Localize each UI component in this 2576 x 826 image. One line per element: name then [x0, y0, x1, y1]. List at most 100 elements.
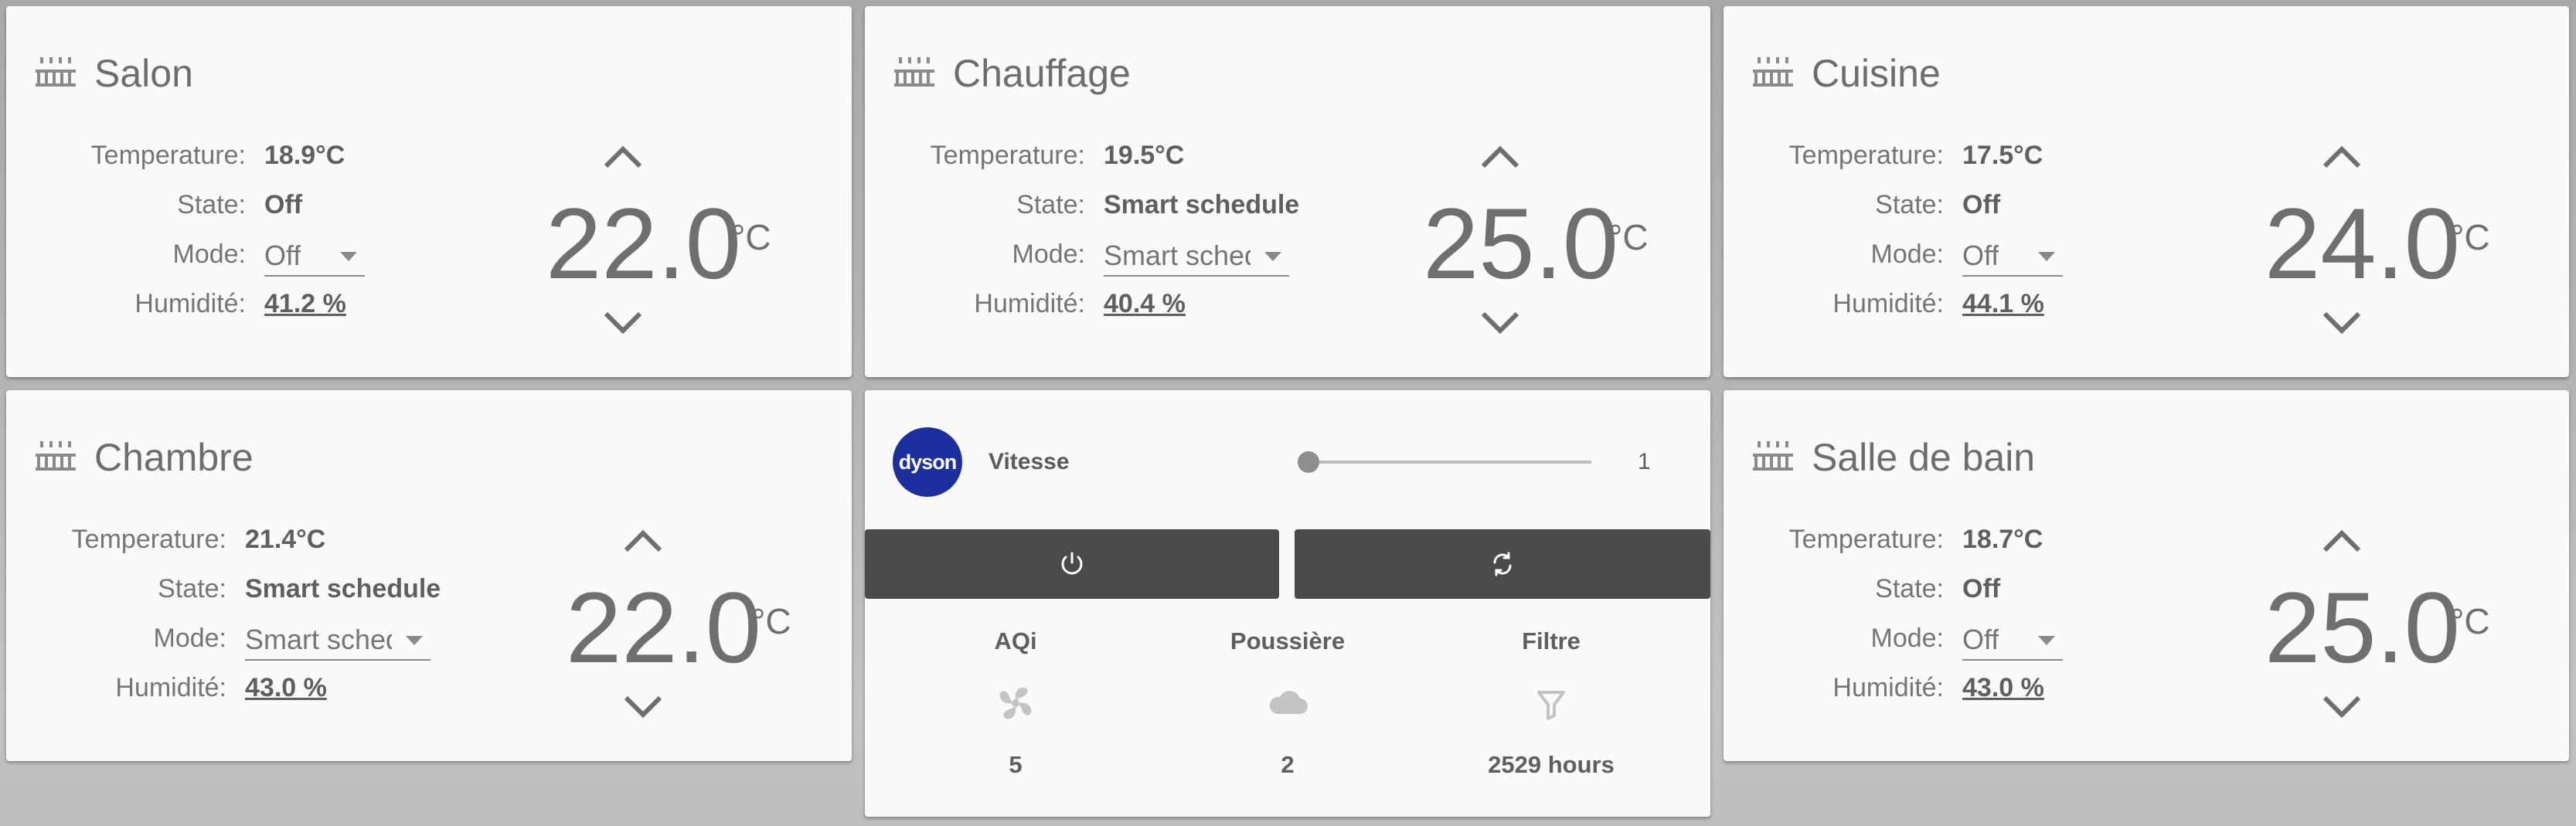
state-value: Off	[1962, 574, 2001, 603]
dyson-logo-text: dyson	[898, 450, 958, 474]
speed-value: 1	[1638, 449, 1651, 474]
state-value: Smart schedule	[245, 574, 441, 603]
info-block: Temperature: 19.5°C State: Smart schedule …	[865, 130, 1300, 328]
setpoint-value: 25.0	[1423, 187, 1619, 300]
increase-setpoint-button[interactable]	[1477, 141, 1523, 172]
power-button[interactable]	[865, 529, 1279, 599]
setpoint-control: 25.0 °C	[1423, 130, 1678, 362]
power-icon	[1061, 552, 1083, 575]
temperature-label: Temperature:	[930, 141, 1085, 170]
cloud-icon	[1269, 691, 1308, 714]
chevron-up-icon	[604, 145, 642, 168]
thermostat-card-salon: Salon Temperature: 18.9°C State: Off Mode:…	[6, 6, 852, 377]
filter-value: 2529 hours	[1488, 751, 1615, 778]
chevron-up-icon	[1481, 145, 1519, 168]
oscillation-button[interactable]	[1295, 529, 1710, 599]
humidity-link[interactable]: 44.1 %	[1962, 289, 2044, 319]
sync-icon	[1493, 552, 1512, 576]
setpoint-control: 24.0 °C	[2265, 130, 2520, 362]
mode-value: Off	[1962, 240, 1999, 271]
setpoint-control: 22.0 °C	[546, 130, 801, 362]
thermostat-card-cuisine: Cuisine Temperature: 17.5°C State: Off Mod…	[1724, 6, 2569, 377]
aqi-value: 5	[1009, 751, 1023, 778]
state-label: State:	[177, 190, 246, 219]
humidity-link[interactable]: 43.0 %	[245, 673, 327, 703]
temperature-value: 18.7°C	[1962, 525, 2043, 554]
setpoint-control: 25.0 °C	[2265, 514, 2520, 746]
filter-icon	[1537, 691, 1565, 720]
card-header: Salle de bain	[1751, 430, 2035, 484]
card-header: Salon	[34, 46, 193, 100]
increase-setpoint-button[interactable]	[600, 141, 646, 172]
humidity-link[interactable]: 41.2 %	[264, 289, 346, 319]
humidity-label: Humidité:	[974, 289, 1085, 318]
state-value: Off	[1962, 190, 2001, 219]
card-title: Chambre	[94, 436, 254, 479]
mode-value: Smart schedule	[1104, 240, 1251, 271]
mode-select[interactable]: Smart schedule	[245, 620, 430, 661]
temperature-value: 17.5°C	[1962, 141, 2043, 170]
decrease-setpoint-button[interactable]	[600, 308, 646, 338]
card-header: Cuisine	[1751, 46, 1941, 100]
decrease-setpoint-button[interactable]	[620, 692, 666, 722]
decrease-setpoint-button[interactable]	[2319, 692, 2365, 722]
info-block: Temperature: 18.9°C State: Off Mode: Off Hu…	[6, 130, 365, 328]
state-label: State:	[1016, 190, 1085, 219]
radiator-icon	[36, 441, 76, 471]
mode-select[interactable]: Off	[1962, 620, 2063, 661]
state-label: State:	[158, 574, 226, 603]
mode-select[interactable]: Off	[1962, 236, 2063, 277]
mode-label: Mode:	[1870, 240, 1945, 269]
temperature-label: Temperature:	[1788, 141, 1944, 170]
setpoint-value: 22.0	[546, 187, 742, 300]
radiator-icon	[36, 57, 76, 87]
temperature-label: Temperature:	[1788, 525, 1944, 554]
setpoint-value: 24.0	[2265, 187, 2461, 300]
caret-down-icon	[406, 636, 423, 645]
setpoint-value: 25.0	[2265, 571, 2461, 684]
slider-track	[1298, 461, 1591, 464]
slider-handle[interactable]	[1298, 451, 1319, 473]
temperature-value: 21.4°C	[245, 525, 326, 554]
card-title: Salle de bain	[1812, 436, 2036, 479]
state-label: State:	[1875, 190, 1944, 219]
caret-down-icon	[1264, 252, 1281, 261]
radiator-icon	[1753, 57, 1793, 87]
humidity-label: Humidité:	[134, 289, 246, 318]
mode-label: Mode:	[172, 240, 247, 269]
increase-setpoint-button[interactable]	[620, 525, 666, 556]
setpoint-control: 22.0 °C	[566, 514, 821, 746]
speed-slider[interactable]	[1298, 444, 1591, 480]
thermostat-card-salle-de-bain: Salle de bain Temperature: 18.7°C State: O…	[1724, 390, 2569, 761]
thermostat-card-chambre: Chambre Temperature: 21.4°C State: Smart s…	[6, 390, 852, 761]
increase-setpoint-button[interactable]	[2319, 525, 2365, 556]
setpoint-value: 22.0	[566, 571, 762, 684]
decrease-setpoint-button[interactable]	[1477, 308, 1523, 338]
state-value: Off	[264, 190, 303, 219]
humidity-label: Humidité:	[115, 673, 226, 702]
setpoint-unit: °C	[1608, 217, 1649, 257]
chevron-down-icon	[2322, 311, 2361, 335]
temperature-label: Temperature:	[71, 525, 226, 554]
humidity-label: Humidité:	[1832, 289, 1944, 318]
dust-value: 2	[1281, 751, 1295, 778]
mode-select[interactable]: Smart schedule	[1104, 236, 1289, 277]
fan-icon	[999, 687, 1032, 719]
radiator-icon	[1753, 441, 1793, 471]
increase-setpoint-button[interactable]	[2319, 141, 2365, 172]
mode-value: Off	[264, 240, 301, 271]
info-block: Temperature: 17.5°C State: Off Mode: Off Hu…	[1724, 130, 2063, 328]
info-block: Temperature: 18.7°C State: Off Mode: Off Hu…	[1724, 514, 2063, 712]
state-label: State:	[1875, 574, 1944, 603]
mode-select[interactable]: Off	[264, 236, 365, 277]
speed-label: Vitesse	[989, 449, 1070, 474]
humidity-link[interactable]: 43.0 %	[1962, 673, 2044, 703]
temperature-value: 19.5°C	[1104, 141, 1185, 170]
humidity-link[interactable]: 40.4 %	[1104, 289, 1186, 319]
temperature-value: 18.9°C	[264, 141, 345, 170]
card-header: Chauffage	[893, 46, 1131, 100]
chevron-down-icon	[624, 695, 662, 719]
decrease-setpoint-button[interactable]	[2319, 308, 2365, 338]
temperature-label: Temperature:	[90, 141, 246, 170]
chevron-up-icon	[624, 529, 662, 552]
